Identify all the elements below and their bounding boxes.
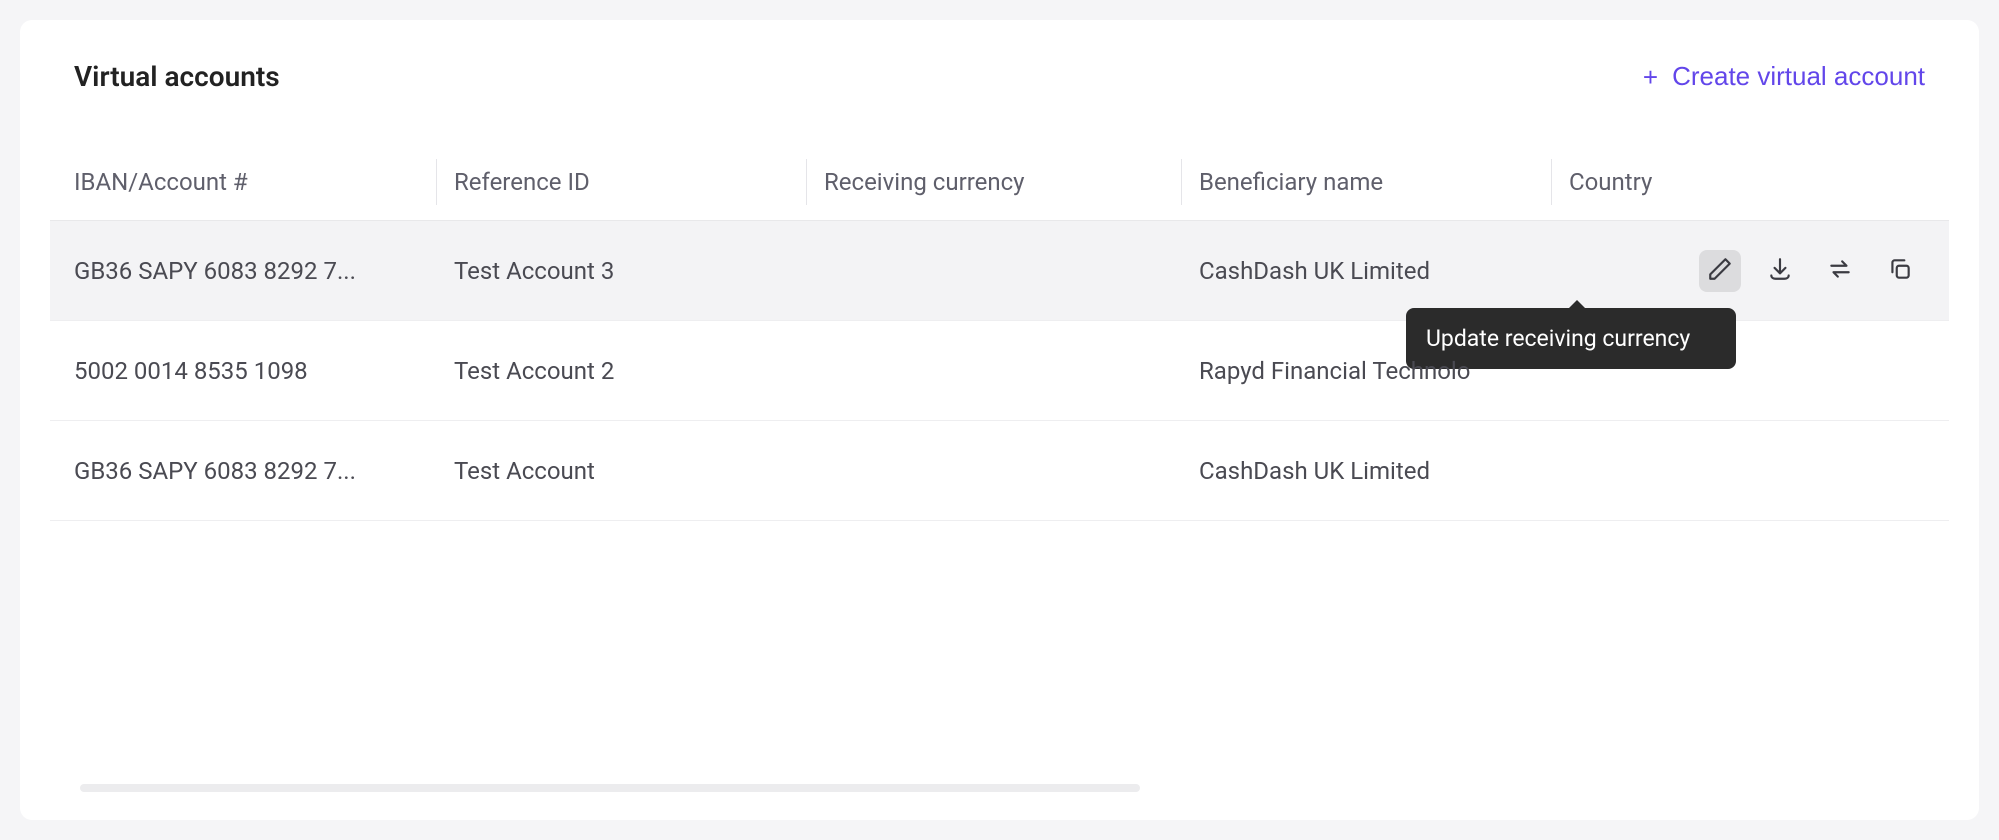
- create-button-label: Create virtual account: [1672, 61, 1925, 92]
- transfer-button[interactable]: [1819, 250, 1861, 292]
- download-icon: [1767, 256, 1793, 286]
- cell-iban: GB36 SAPY 6083 8292 7...: [74, 257, 454, 285]
- pencil-icon: [1707, 256, 1733, 286]
- column-header-beneficiary[interactable]: Beneficiary name: [1199, 168, 1569, 196]
- page-title: Virtual accounts: [74, 60, 280, 93]
- cell-beneficiary: CashDash UK Limited: [1199, 257, 1569, 285]
- accounts-table: IBAN/Account # Reference ID Receiving cu…: [50, 143, 1949, 521]
- cell-reference: Test Account 3: [454, 257, 824, 285]
- create-virtual-account-button[interactable]: + Create virtual account: [1643, 61, 1925, 92]
- cell-reference: Test Account 2: [454, 357, 824, 385]
- cell-iban: 5002 0014 8535 1098: [74, 357, 454, 385]
- row-actions: Update receiving currency: [1699, 250, 1921, 292]
- column-header-iban[interactable]: IBAN/Account #: [74, 168, 454, 196]
- column-header-reference[interactable]: Reference ID: [454, 168, 824, 196]
- table-row[interactable]: GB36 SAPY 6083 8292 7... Test Account 3 …: [50, 221, 1949, 321]
- cell-iban: GB36 SAPY 6083 8292 7...: [74, 457, 454, 485]
- transfer-icon: [1827, 256, 1853, 286]
- copy-button[interactable]: [1879, 250, 1921, 292]
- column-header-currency[interactable]: Receiving currency: [824, 168, 1199, 196]
- column-header-country[interactable]: Country: [1569, 168, 1925, 196]
- table-body: GB36 SAPY 6083 8292 7... Test Account 3 …: [50, 221, 1949, 521]
- table-header-row: IBAN/Account # Reference ID Receiving cu…: [50, 143, 1949, 221]
- virtual-accounts-card: Virtual accounts + Create virtual accoun…: [20, 20, 1979, 820]
- download-button[interactable]: [1759, 250, 1801, 292]
- table-row[interactable]: GB36 SAPY 6083 8292 7... Test Account Ca…: [50, 421, 1949, 521]
- cell-beneficiary: CashDash UK Limited: [1199, 457, 1569, 485]
- card-header: Virtual accounts + Create virtual accoun…: [50, 60, 1949, 93]
- cell-beneficiary: Rapyd Financial Technolo: [1199, 357, 1569, 385]
- plus-icon: +: [1643, 64, 1658, 90]
- edit-currency-button[interactable]: Update receiving currency: [1699, 250, 1741, 292]
- table-row[interactable]: 5002 0014 8535 1098 Test Account 2 Rapyd…: [50, 321, 1949, 421]
- horizontal-scrollbar[interactable]: [80, 784, 1140, 792]
- copy-icon: [1887, 256, 1913, 286]
- cell-reference: Test Account: [454, 457, 824, 485]
